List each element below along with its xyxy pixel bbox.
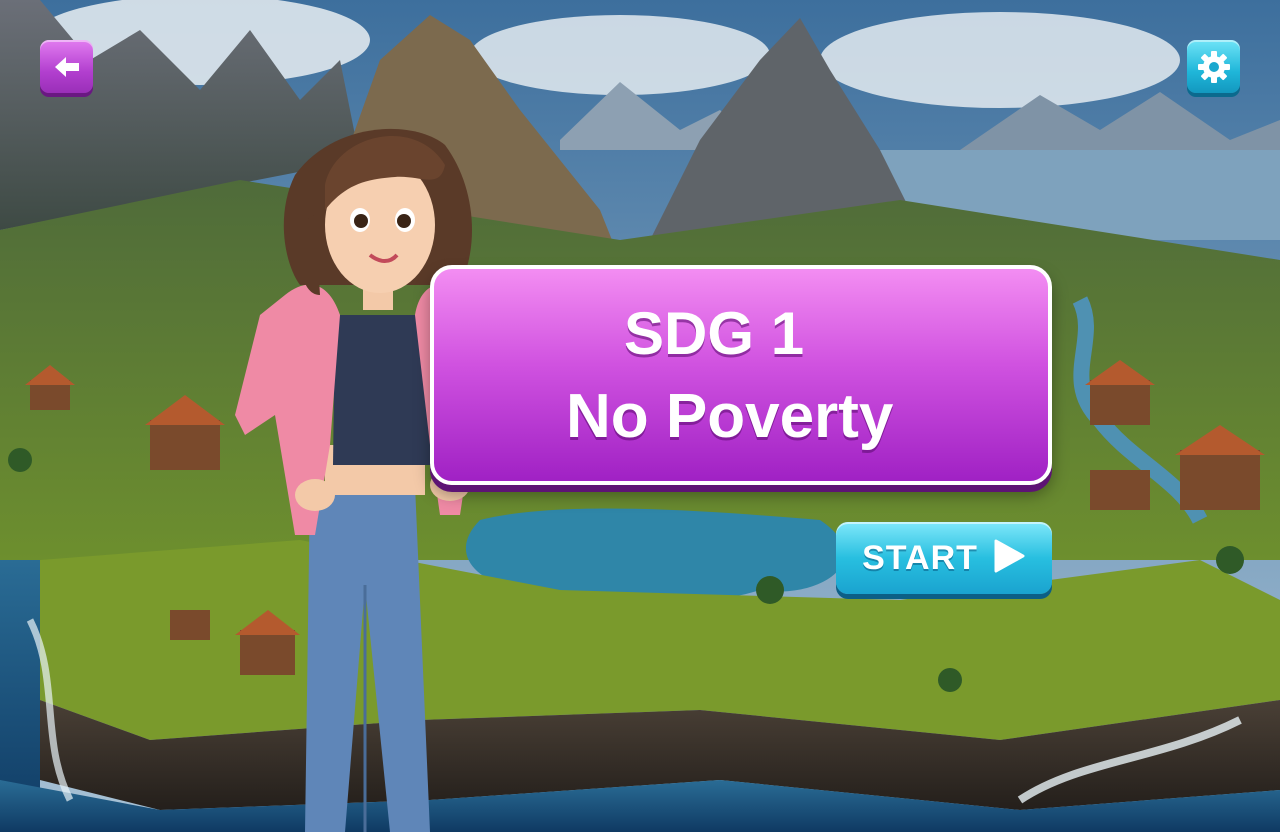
- sdg-goal-title: No Poverty: [566, 382, 894, 451]
- play-triangle-icon: [992, 538, 1026, 578]
- gear-icon: [1197, 50, 1231, 84]
- title-banner: SDG 1 No Poverty: [430, 265, 1052, 485]
- settings-button[interactable]: [1187, 40, 1240, 93]
- back-button[interactable]: [40, 40, 93, 93]
- back-arrow-icon: [53, 55, 81, 79]
- start-button-label: START: [862, 538, 978, 577]
- sdg-number-title: SDG 1: [624, 300, 805, 367]
- start-button[interactable]: START: [836, 522, 1052, 594]
